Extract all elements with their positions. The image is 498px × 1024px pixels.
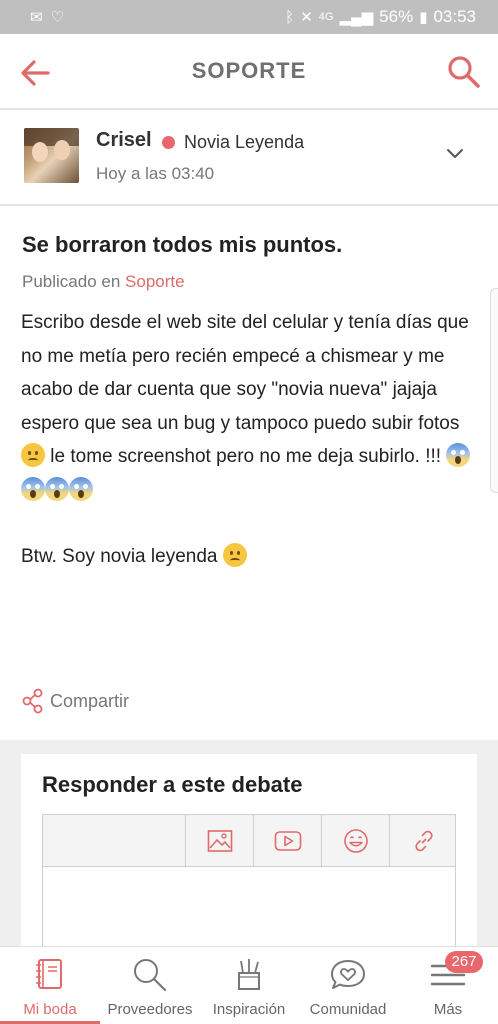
back-arrow-icon[interactable] (18, 56, 52, 90)
clock: 03:53 (433, 7, 476, 26)
nav-item-inspiracion[interactable]: Inspiración (200, 947, 298, 1024)
chevron-down-icon[interactable] (444, 142, 466, 164)
sad-face-emoji-icon (222, 543, 247, 567)
scream-emoji-icon (69, 476, 93, 501)
post-body: Escribo desde el web site del celular y … (21, 306, 476, 574)
rank-dot-icon (162, 136, 175, 149)
link-icon (414, 830, 433, 851)
page-title: SOPORTE (191, 58, 307, 83)
post-timestamp: Hoy a las 03:40 (96, 164, 215, 183)
nav-label: Comunidad (309, 1001, 387, 1018)
avatar[interactable] (24, 128, 79, 183)
search-icon[interactable] (446, 54, 482, 90)
nav-label: Inspiración (212, 1001, 286, 1018)
post-paragraph-1: Escribo desde el web site del celular y … (21, 306, 476, 507)
mail-icon: ✉ (30, 8, 43, 26)
side-drawer-handle[interactable] (490, 288, 498, 493)
share-label: Compartir (50, 690, 130, 711)
bottom-nav: Mi boda Proveedores Inspiración Comunida… (0, 946, 498, 1024)
notification-badge: 267 (445, 951, 483, 973)
signal-icon: ▂▄▆ (339, 8, 374, 26)
search-icon (134, 959, 167, 992)
nav-item-comunidad[interactable]: Comunidad (298, 947, 398, 1024)
image-icon (207, 829, 232, 852)
insert-image-button[interactable] (185, 815, 253, 866)
insert-emoji-button[interactable] (321, 815, 389, 866)
battery-percent: 56% (379, 7, 414, 26)
scream-emoji-icon (446, 443, 471, 467)
post-text-1a: Escribo desde el web site del celular y … (21, 312, 469, 434)
nav-label: Proveedores (107, 1001, 193, 1018)
published-prefix: Publicado en (22, 272, 121, 291)
published-in: Publicado en Soporte (22, 272, 185, 292)
author-name[interactable]: Crisel (96, 129, 152, 152)
status-bar: ✉ ♡ ᛒ ✕ 4G ▂▄▆ 56% ▮ 03:53 (0, 0, 498, 34)
scream-emoji-icon (45, 476, 69, 501)
share-button[interactable]: Compartir (22, 688, 129, 714)
avatar-face-right (54, 140, 70, 160)
mute-icon: ✕ (300, 8, 313, 26)
battery-icon: ▮ (419, 8, 428, 26)
scream-emoji-icon (21, 476, 45, 501)
network-label: 4G (318, 10, 334, 23)
reply-card: Responder a este debate (21, 754, 477, 964)
sad-face-emoji-icon (21, 443, 45, 467)
avatar-face-left (32, 142, 48, 162)
nav-item-proveedores[interactable]: Proveedores (100, 947, 200, 1024)
pencil-cup-icon (238, 959, 260, 990)
post-paragraph-2: Btw. Soy novia leyenda (21, 540, 476, 574)
bluetooth-icon: ᛒ (285, 8, 295, 26)
video-icon (274, 830, 301, 851)
category-link[interactable]: Soporte (125, 272, 185, 291)
editor-toolbar (43, 815, 455, 867)
heart-icon: ♡ (50, 8, 65, 26)
insert-link-button[interactable] (389, 815, 457, 866)
app-bar: SOPORTE (0, 34, 498, 110)
avatar-hair (24, 128, 79, 146)
reply-title: Responder a este debate (42, 772, 303, 797)
post-title: Se borraron todos mis puntos. (22, 232, 343, 257)
nav-label: Mi boda (23, 1001, 77, 1018)
insert-video-button[interactable] (253, 815, 321, 866)
post-text-2: Btw. Soy novia leyenda (21, 546, 218, 567)
author-row: Crisel Novia Leyenda Hoy a las 03:40 (0, 112, 498, 206)
nav-label: Más (433, 1001, 463, 1018)
smiley-icon (343, 828, 368, 853)
post-text-1b: le tome screenshot pero no me deja subir… (50, 446, 442, 467)
author-rank: Novia Leyenda (184, 132, 305, 152)
reply-editor[interactable] (42, 814, 456, 964)
chat-heart-icon (331, 960, 365, 989)
share-icon (22, 688, 43, 714)
nav-item-mi-boda[interactable]: Mi boda (0, 947, 100, 1024)
notebook-icon (36, 959, 62, 989)
